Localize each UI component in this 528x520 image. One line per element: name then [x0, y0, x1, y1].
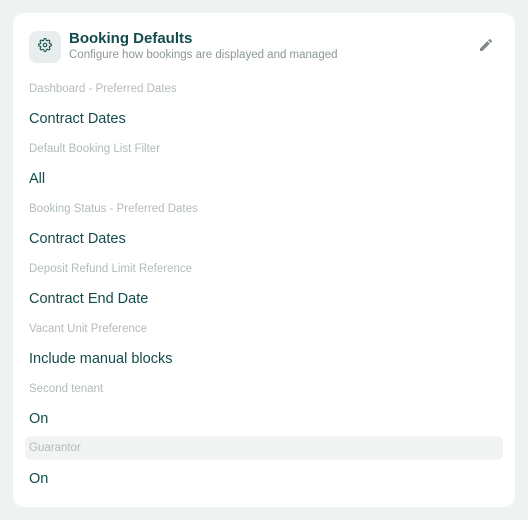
field-value: On	[29, 471, 49, 487]
field-booking-status-preferred-dates: Booking Status - Preferred Dates Contrac…	[25, 199, 503, 253]
edit-button[interactable]	[473, 34, 499, 60]
field-value: On	[29, 411, 49, 427]
field-label: Default Booking List Filter	[29, 143, 161, 155]
field-value: Include manual blocks	[29, 351, 173, 367]
field-label: Vacant Unit Preference	[29, 323, 148, 335]
gear-icon	[38, 37, 52, 57]
pencil-icon	[478, 37, 494, 58]
settings-icon-badge	[29, 31, 61, 63]
card-title: Booking Defaults	[69, 30, 193, 47]
field-value: Contract Dates	[29, 231, 126, 247]
field-value: Contract End Date	[29, 291, 149, 307]
field-label: Deposit Refund Limit Reference	[29, 263, 192, 275]
field-dashboard-preferred-dates: Dashboard - Preferred Dates Contract Dat…	[25, 79, 503, 133]
field-label: Dashboard - Preferred Dates	[29, 83, 177, 95]
field-value: Contract Dates	[29, 111, 126, 127]
card-subtitle: Configure how bookings are displayed and…	[69, 49, 338, 61]
field-deposit-refund-limit-reference: Deposit Refund Limit Reference Contract …	[25, 259, 503, 313]
field-value: All	[29, 171, 46, 187]
field-label: Second tenant	[29, 383, 104, 395]
field-guarantor: On	[25, 439, 503, 493]
field-label: Booking Status - Preferred Dates	[29, 203, 198, 215]
booking-defaults-card: Booking Defaults Configure how bookings …	[13, 13, 515, 507]
field-default-booking-list-filter: Default Booking List Filter All	[25, 139, 503, 193]
card-header: Booking Defaults Configure how bookings …	[29, 30, 499, 64]
field-second-tenant: Second tenant On	[25, 379, 503, 433]
field-vacant-unit-preference: Vacant Unit Preference Include manual bl…	[25, 319, 503, 373]
